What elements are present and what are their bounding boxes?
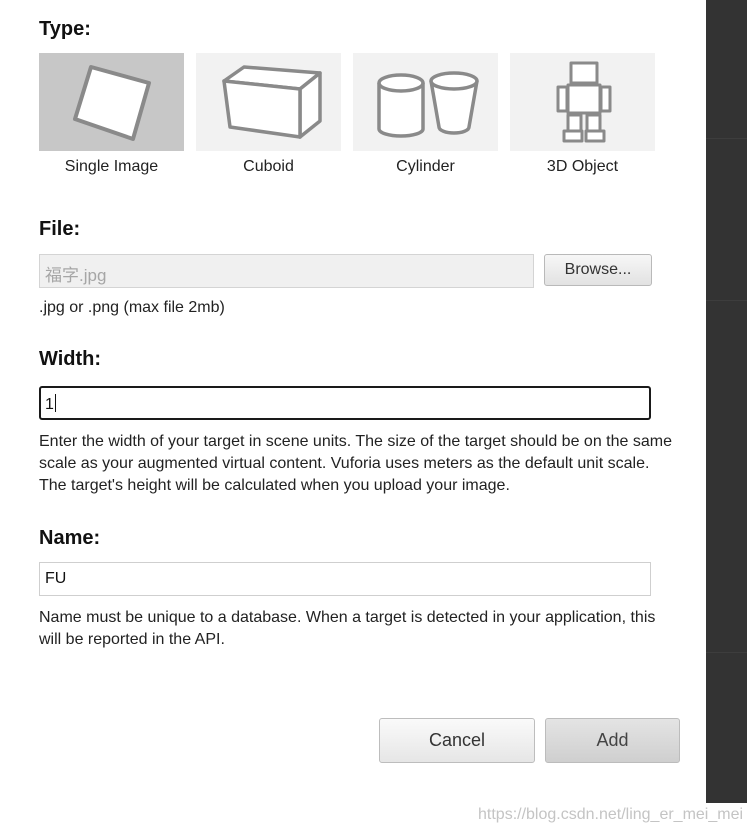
type-option-label: Single Image (64, 158, 159, 175)
single-image-icon (39, 53, 184, 151)
cancel-button[interactable]: Cancel (379, 718, 535, 763)
width-help-text: Enter the width of your target in scene … (39, 433, 672, 494)
width-value: 1 (45, 396, 54, 413)
type-option-label: Cuboid (243, 158, 294, 175)
file-path-field: 福字.jpg (39, 254, 534, 288)
cylinder-icon (353, 53, 498, 151)
type-label: Type: (39, 18, 91, 40)
name-help-text: Name must be unique to a database. When … (39, 609, 656, 648)
file-format-hint: .jpg or .png (max file 2mb) (39, 299, 225, 316)
file-label: File: (39, 218, 81, 240)
name-value: FU (45, 570, 67, 587)
type-option-single-image[interactable]: Single Image (39, 53, 184, 176)
add-button[interactable]: Add (545, 718, 680, 763)
cuboid-icon (196, 53, 341, 151)
type-option-label: 3D Object (546, 158, 619, 175)
panel-divider (706, 652, 747, 653)
width-label: Width: (39, 348, 102, 370)
type-option-label: Cylinder (396, 158, 455, 175)
3d-object-icon (510, 53, 655, 151)
name-input[interactable]: FU (39, 562, 651, 596)
type-option-3d-object[interactable]: 3D Object (510, 53, 655, 176)
watermark: https://blog.csdn.net/ling_er_mei_mei (478, 806, 744, 823)
background-panel (706, 0, 747, 803)
type-option-cuboid[interactable]: Cuboid (196, 53, 341, 176)
type-option-cylinder[interactable]: Cylinder (353, 53, 498, 176)
add-target-dialog: Type: Single Image Cuboid Cylinder 3D Ob… (0, 0, 743, 835)
panel-divider (706, 300, 747, 301)
text-caret (54, 394, 56, 412)
name-label: Name: (39, 527, 101, 549)
browse-button[interactable]: Browse... (544, 254, 652, 286)
width-input[interactable]: 1 (39, 386, 651, 420)
panel-divider (706, 138, 747, 139)
